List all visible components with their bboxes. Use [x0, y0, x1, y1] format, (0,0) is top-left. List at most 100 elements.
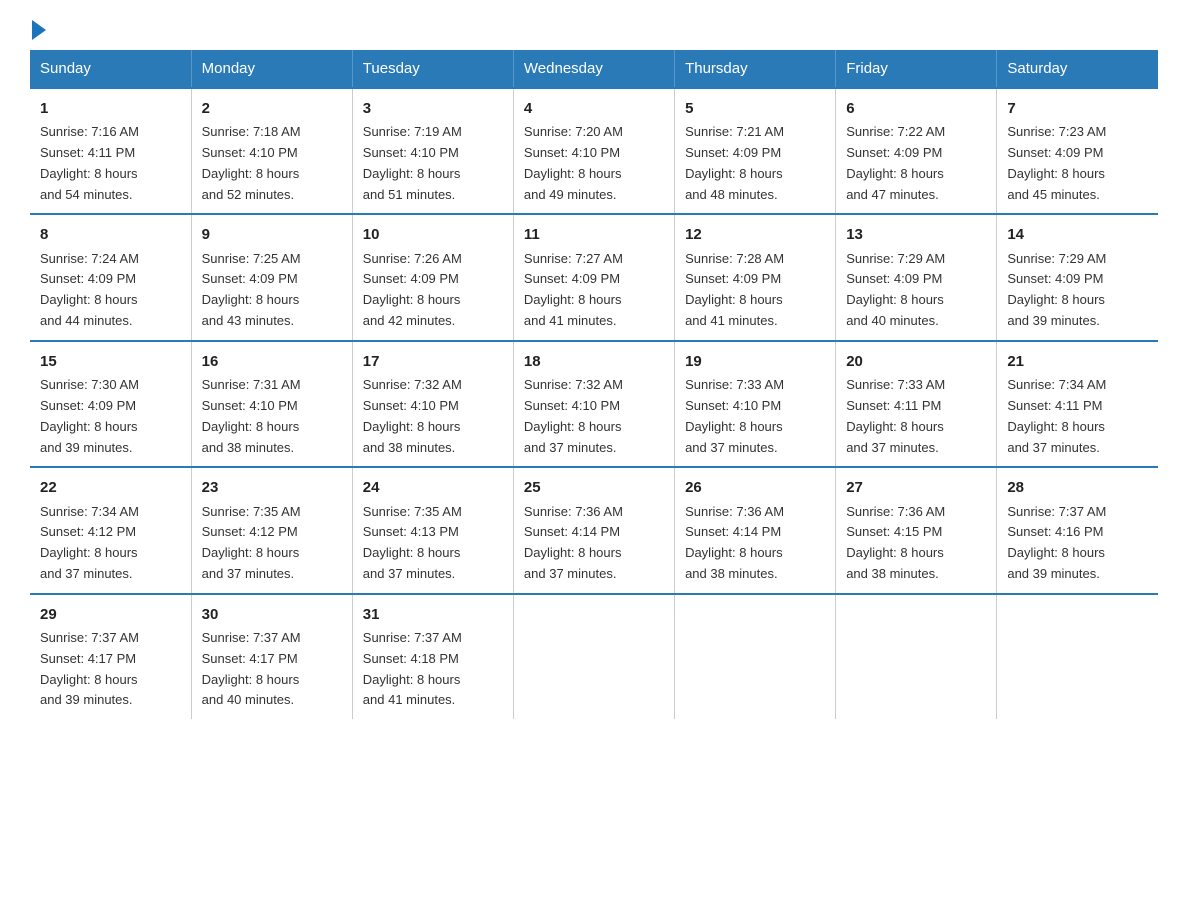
day-number: 15	[40, 350, 181, 373]
day-number: 16	[202, 350, 342, 373]
day-number: 27	[846, 476, 986, 499]
day-info: Sunrise: 7:27 AMSunset: 4:09 PMDaylight:…	[524, 249, 664, 332]
logo-triangle-icon	[32, 20, 46, 40]
calendar-header-monday: Monday	[191, 50, 352, 88]
calendar-week-row: 15Sunrise: 7:30 AMSunset: 4:09 PMDayligh…	[30, 341, 1158, 467]
calendar-cell: 6Sunrise: 7:22 AMSunset: 4:09 PMDaylight…	[836, 88, 997, 214]
day-number: 7	[1007, 97, 1148, 120]
day-number: 24	[363, 476, 503, 499]
day-number: 3	[363, 97, 503, 120]
calendar-header-wednesday: Wednesday	[513, 50, 674, 88]
calendar-cell	[675, 594, 836, 719]
calendar-header-row: SundayMondayTuesdayWednesdayThursdayFrid…	[30, 50, 1158, 88]
calendar-cell: 8 Sunrise: 7:24 AMSunset: 4:09 PMDaylight…	[30, 214, 191, 340]
day-info: Sunrise: 7:28 AMSunset: 4:09 PMDaylight:…	[685, 249, 825, 332]
day-number: 29	[40, 603, 181, 626]
day-number: 1	[40, 97, 181, 120]
day-info: Sunrise: 7:34 AMSunset: 4:12 PMDaylight:…	[40, 502, 181, 585]
day-number: 12	[685, 223, 825, 246]
calendar-cell: 11 Sunrise: 7:27 AMSunset: 4:09 PMDayligh…	[513, 214, 674, 340]
calendar-cell	[513, 594, 674, 719]
calendar-header-tuesday: Tuesday	[352, 50, 513, 88]
calendar-cell: 12 Sunrise: 7:28 AMSunset: 4:09 PMDayligh…	[675, 214, 836, 340]
calendar-cell: 24 Sunrise: 7:35 AMSunset: 4:13 PMDayligh…	[352, 467, 513, 593]
day-info: Sunrise: 7:33 AMSunset: 4:10 PMDaylight:…	[685, 375, 825, 458]
calendar-cell: 17Sunrise: 7:32 AMSunset: 4:10 PMDayligh…	[352, 341, 513, 467]
day-number: 31	[363, 603, 503, 626]
calendar-header-friday: Friday	[836, 50, 997, 88]
calendar-week-row: 22 Sunrise: 7:34 AMSunset: 4:12 PMDayligh…	[30, 467, 1158, 593]
day-info: Sunrise: 7:22 AMSunset: 4:09 PMDaylight:…	[846, 122, 986, 205]
calendar-cell: 18Sunrise: 7:32 AMSunset: 4:10 PMDayligh…	[513, 341, 674, 467]
day-number: 26	[685, 476, 825, 499]
day-info: Sunrise: 7:34 AMSunset: 4:11 PMDaylight:…	[1007, 375, 1148, 458]
day-info: Sunrise: 7:36 AMSunset: 4:15 PMDaylight:…	[846, 502, 986, 585]
day-info: Sunrise: 7:37 AMSunset: 4:17 PMDaylight:…	[202, 628, 342, 711]
day-number: 2	[202, 97, 342, 120]
day-info: Sunrise: 7:18 AMSunset: 4:10 PMDaylight:…	[202, 122, 342, 205]
day-number: 23	[202, 476, 342, 499]
calendar-cell: 14 Sunrise: 7:29 AMSunset: 4:09 PMDayligh…	[997, 214, 1158, 340]
calendar-cell: 26 Sunrise: 7:36 AMSunset: 4:14 PMDayligh…	[675, 467, 836, 593]
day-number: 17	[363, 350, 503, 373]
calendar-cell: 23Sunrise: 7:35 AMSunset: 4:12 PMDayligh…	[191, 467, 352, 593]
calendar-cell	[836, 594, 997, 719]
calendar-week-row: 8 Sunrise: 7:24 AMSunset: 4:09 PMDaylight…	[30, 214, 1158, 340]
calendar-week-row: 1Sunrise: 7:16 AMSunset: 4:11 PMDaylight…	[30, 88, 1158, 214]
calendar-cell: 25Sunrise: 7:36 AMSunset: 4:14 PMDayligh…	[513, 467, 674, 593]
calendar-cell: 5Sunrise: 7:21 AMSunset: 4:09 PMDaylight…	[675, 88, 836, 214]
day-info: Sunrise: 7:32 AMSunset: 4:10 PMDaylight:…	[524, 375, 664, 458]
day-number: 11	[524, 223, 664, 246]
calendar-header-thursday: Thursday	[675, 50, 836, 88]
day-number: 18	[524, 350, 664, 373]
day-number: 13	[846, 223, 986, 246]
calendar-cell: 30Sunrise: 7:37 AMSunset: 4:17 PMDayligh…	[191, 594, 352, 719]
calendar-cell: 16Sunrise: 7:31 AMSunset: 4:10 PMDayligh…	[191, 341, 352, 467]
calendar-cell: 13 Sunrise: 7:29 AMSunset: 4:09 PMDayligh…	[836, 214, 997, 340]
day-info: Sunrise: 7:36 AMSunset: 4:14 PMDaylight:…	[685, 502, 825, 585]
calendar-cell: 9Sunrise: 7:25 AMSunset: 4:09 PMDaylight…	[191, 214, 352, 340]
day-info: Sunrise: 7:30 AMSunset: 4:09 PMDaylight:…	[40, 375, 181, 458]
day-number: 14	[1007, 223, 1148, 246]
calendar-cell: 31Sunrise: 7:37 AMSunset: 4:18 PMDayligh…	[352, 594, 513, 719]
calendar-cell: 22 Sunrise: 7:34 AMSunset: 4:12 PMDayligh…	[30, 467, 191, 593]
calendar-cell: 19Sunrise: 7:33 AMSunset: 4:10 PMDayligh…	[675, 341, 836, 467]
day-number: 20	[846, 350, 986, 373]
calendar-week-row: 29Sunrise: 7:37 AMSunset: 4:17 PMDayligh…	[30, 594, 1158, 719]
day-info: Sunrise: 7:36 AMSunset: 4:14 PMDaylight:…	[524, 502, 664, 585]
calendar-cell: 10 Sunrise: 7:26 AMSunset: 4:09 PMDayligh…	[352, 214, 513, 340]
calendar-cell: 28Sunrise: 7:37 AMSunset: 4:16 PMDayligh…	[997, 467, 1158, 593]
day-info: Sunrise: 7:25 AMSunset: 4:09 PMDaylight:…	[202, 249, 342, 332]
day-info: Sunrise: 7:29 AMSunset: 4:09 PMDaylight:…	[846, 249, 986, 332]
day-info: Sunrise: 7:20 AMSunset: 4:10 PMDaylight:…	[524, 122, 664, 205]
day-number: 10	[363, 223, 503, 246]
calendar-header-saturday: Saturday	[997, 50, 1158, 88]
calendar-cell: 15Sunrise: 7:30 AMSunset: 4:09 PMDayligh…	[30, 341, 191, 467]
calendar-cell: 20Sunrise: 7:33 AMSunset: 4:11 PMDayligh…	[836, 341, 997, 467]
day-number: 22	[40, 476, 181, 499]
day-number: 30	[202, 603, 342, 626]
day-number: 21	[1007, 350, 1148, 373]
day-info: Sunrise: 7:19 AMSunset: 4:10 PMDaylight:…	[363, 122, 503, 205]
day-info: Sunrise: 7:32 AMSunset: 4:10 PMDaylight:…	[363, 375, 503, 458]
day-info: Sunrise: 7:26 AMSunset: 4:09 PMDaylight:…	[363, 249, 503, 332]
day-number: 8	[40, 223, 181, 246]
day-info: Sunrise: 7:35 AMSunset: 4:13 PMDaylight:…	[363, 502, 503, 585]
day-info: Sunrise: 7:21 AMSunset: 4:09 PMDaylight:…	[685, 122, 825, 205]
calendar-cell: 21Sunrise: 7:34 AMSunset: 4:11 PMDayligh…	[997, 341, 1158, 467]
day-info: Sunrise: 7:24 AMSunset: 4:09 PMDaylight:…	[40, 249, 181, 332]
calendar-cell: 4Sunrise: 7:20 AMSunset: 4:10 PMDaylight…	[513, 88, 674, 214]
day-info: Sunrise: 7:37 AMSunset: 4:16 PMDaylight:…	[1007, 502, 1148, 585]
calendar-cell: 2Sunrise: 7:18 AMSunset: 4:10 PMDaylight…	[191, 88, 352, 214]
logo	[30, 20, 46, 34]
day-info: Sunrise: 7:37 AMSunset: 4:17 PMDaylight:…	[40, 628, 181, 711]
calendar-cell	[997, 594, 1158, 719]
calendar-header-sunday: Sunday	[30, 50, 191, 88]
page-header	[30, 20, 1158, 34]
day-info: Sunrise: 7:29 AMSunset: 4:09 PMDaylight:…	[1007, 249, 1148, 332]
day-info: Sunrise: 7:16 AMSunset: 4:11 PMDaylight:…	[40, 122, 181, 205]
day-number: 19	[685, 350, 825, 373]
day-number: 5	[685, 97, 825, 120]
day-number: 6	[846, 97, 986, 120]
calendar-table: SundayMondayTuesdayWednesdayThursdayFrid…	[30, 50, 1158, 719]
